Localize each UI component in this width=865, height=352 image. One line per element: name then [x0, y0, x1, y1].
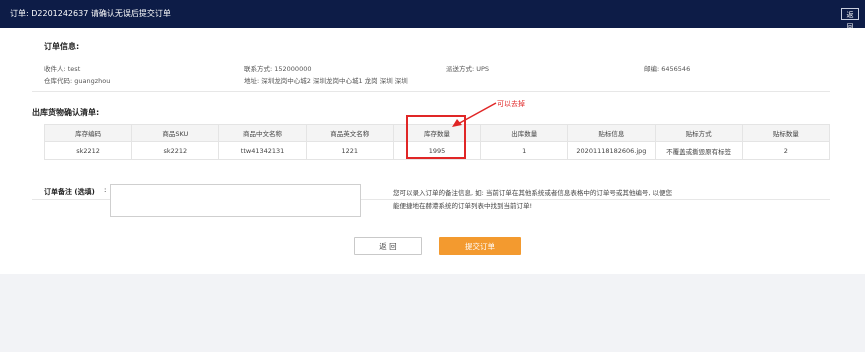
annotation-text: 可以去掉 — [497, 100, 525, 108]
annotation-arrow — [452, 102, 497, 127]
back-button[interactable]: 返 回 — [354, 237, 422, 255]
column-header: 商品SKU — [131, 124, 220, 142]
submit-order-button[interactable]: 提交订单 — [439, 237, 521, 255]
remark-help-text: 您可以录入订单的备注信息, 如: 当前订单在其他系统或者信息表格中的订单号或其他… — [393, 187, 672, 213]
outbound-list-title: 出库货物确认清单: — [32, 108, 100, 117]
table-cell: 2 — [741, 141, 831, 160]
table-cell: ttw41342131 — [218, 141, 307, 160]
help-line-1: 您可以录入订单的备注信息, 如: 当前订单在其他系统或者信息表格中的订单号或其他… — [393, 189, 673, 197]
table-cell: sk2212 — [43, 141, 133, 160]
column-header: 贴标方式 — [654, 124, 743, 142]
column-header: 商品中文名称 — [218, 124, 307, 142]
table-cell: 1221 — [305, 141, 394, 160]
column-header: 商品英文名称 — [305, 124, 394, 142]
phone-field: 联系方式: 152000000 — [244, 65, 312, 73]
column-header: 贴标信息 — [567, 124, 656, 142]
table-cell: sk2212 — [131, 141, 220, 160]
postcode-field: 邮编: 6456546 — [644, 65, 691, 73]
help-line-2: 能便捷地在赫港系统的订单列表中找到当前订单! — [393, 202, 533, 210]
receiver-field: 收件人: test — [44, 65, 81, 73]
remark-colon: : — [104, 186, 107, 194]
header-back-button[interactable]: 返 回 — [841, 8, 859, 31]
column-header: 库存编码 — [43, 124, 133, 142]
table-cell: 1 — [480, 141, 569, 160]
title-bar: 订单: D2201242637 请确认无误后提交订单 返 回 — [0, 0, 865, 31]
table-cell: 20201118182606.jpg — [567, 141, 656, 160]
remark-label: 订单备注 (选填) — [44, 188, 95, 196]
order-info-title: 订单信息: — [44, 42, 80, 51]
warehouse-field: 仓库代码: guangzhou — [44, 77, 111, 85]
remark-textarea[interactable] — [110, 184, 361, 217]
page-title: 订单: D2201242637 请确认无误后提交订单 — [10, 9, 171, 18]
divider-top — [32, 91, 830, 92]
shipping-field: 派送方式: UPS — [446, 65, 490, 73]
address-field: 地址: 深圳龙岗中心城2 深圳龙岗中心城1 龙岗 深圳 深圳 — [244, 77, 408, 85]
table-cell: 不覆盖或撕毁原有标签 — [654, 141, 743, 160]
column-header: 贴标数量 — [741, 124, 831, 142]
